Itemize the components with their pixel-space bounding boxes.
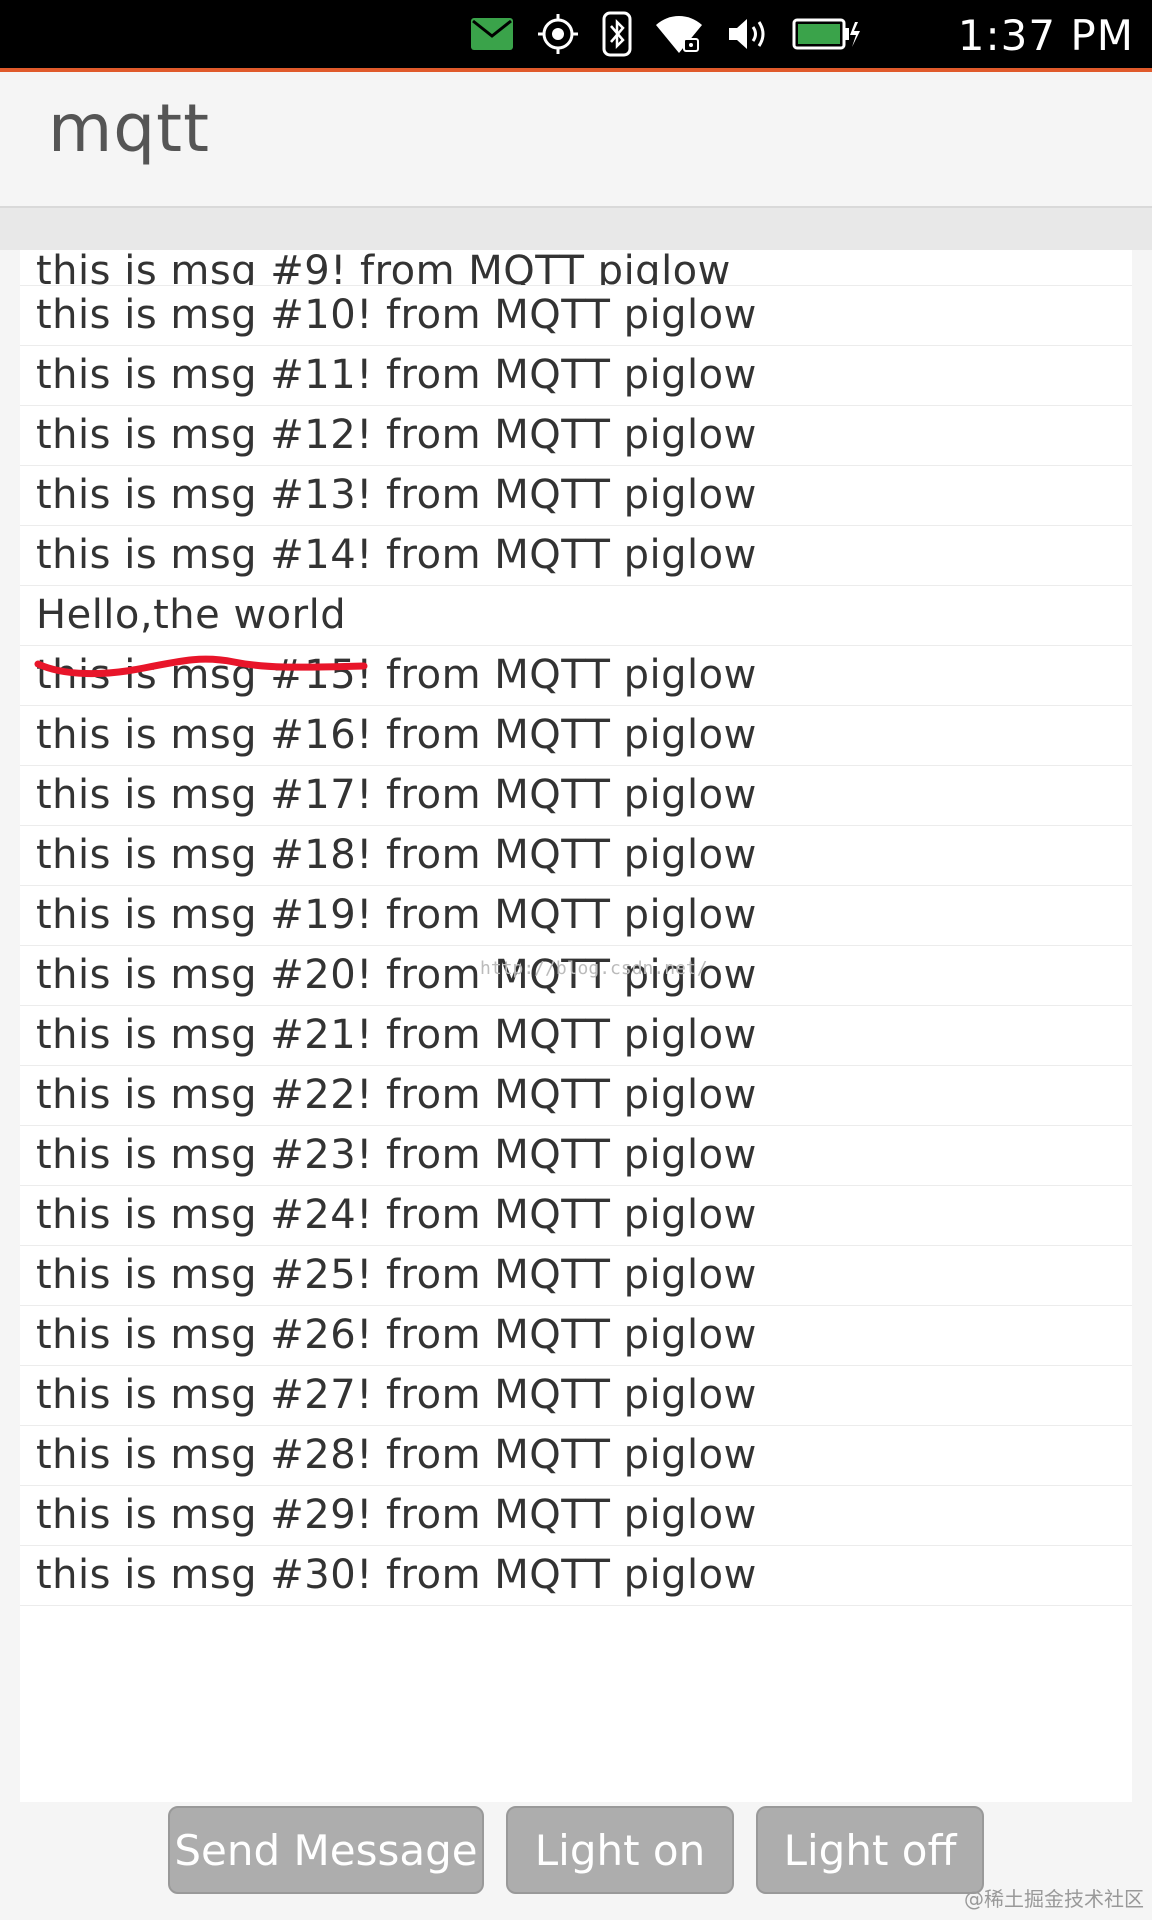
list-item[interactable]: this is msg #17! from MQTT piglow: [20, 766, 1132, 826]
list-item[interactable]: this is msg #30! from MQTT piglow: [20, 1546, 1132, 1606]
light-on-button[interactable]: Light on: [506, 1806, 734, 1894]
message-text: this is msg #9! from MQTT piglow: [36, 250, 731, 286]
page-title: mqtt: [48, 90, 210, 167]
list-item[interactable]: this is msg #19! from MQTT piglow: [20, 886, 1132, 946]
envelope-icon[interactable]: [470, 17, 514, 51]
message-text: this is msg #14! from MQTT piglow: [36, 532, 757, 578]
message-text: this is msg #16! from MQTT piglow: [36, 712, 757, 758]
message-text: this is msg #10! from MQTT piglow: [36, 292, 757, 338]
message-text: this is msg #23! from MQTT piglow: [36, 1132, 757, 1178]
list-item[interactable]: this is msg #9! from MQTT piglow: [20, 250, 1132, 286]
list-item[interactable]: this is msg #26! from MQTT piglow: [20, 1306, 1132, 1366]
list-item[interactable]: this is msg #22! from MQTT piglow: [20, 1066, 1132, 1126]
message-text: this is msg #18! from MQTT piglow: [36, 832, 757, 878]
footer-watermark: @稀土掘金技术社区: [964, 1887, 1144, 1911]
message-text: this is msg #25! from MQTT piglow: [36, 1252, 757, 1298]
message-text: this is msg #29! from MQTT piglow: [36, 1492, 757, 1538]
volume-icon[interactable]: [726, 14, 770, 54]
message-text: this is msg #24! from MQTT piglow: [36, 1192, 757, 1238]
list-item[interactable]: this is msg #12! from MQTT piglow: [20, 406, 1132, 466]
list-item[interactable]: this is msg #23! from MQTT piglow: [20, 1126, 1132, 1186]
send-message-button[interactable]: Send Message: [168, 1806, 484, 1894]
list-item[interactable]: this is msg #28! from MQTT piglow: [20, 1426, 1132, 1486]
location-icon[interactable]: [536, 12, 580, 56]
battery-charging-icon[interactable]: [792, 16, 862, 52]
app-header: mqtt: [0, 72, 1152, 208]
list-item[interactable]: this is msg #25! from MQTT piglow: [20, 1246, 1132, 1306]
message-text: this is msg #12! from MQTT piglow: [36, 412, 757, 458]
message-text: this is msg #17! from MQTT piglow: [36, 772, 757, 818]
message-text: this is msg #21! from MQTT piglow: [36, 1012, 757, 1058]
list-item[interactable]: this is msg #24! from MQTT piglow: [20, 1186, 1132, 1246]
clock: 1:37 PM: [957, 11, 1134, 60]
light-off-button[interactable]: Light off: [756, 1806, 984, 1894]
wifi-icon[interactable]: [654, 13, 704, 55]
header-divider-band: [0, 208, 1152, 250]
message-text: this is msg #22! from MQTT piglow: [36, 1072, 757, 1118]
message-text: Hello,the world: [36, 592, 347, 638]
list-item[interactable]: this is msg #16! from MQTT piglow: [20, 706, 1132, 766]
list-item[interactable]: this is msg #15! from MQTT piglow: [20, 646, 1132, 706]
list-item[interactable]: this is msg #21! from MQTT piglow: [20, 1006, 1132, 1066]
message-text: this is msg #30! from MQTT piglow: [36, 1552, 757, 1598]
list-item[interactable]: this is msg #29! from MQTT piglow: [20, 1486, 1132, 1546]
watermark-text: http://blog.csdn.net/: [480, 958, 708, 979]
message-text: this is msg #27! from MQTT piglow: [36, 1372, 757, 1418]
bluetooth-icon[interactable]: [602, 11, 632, 57]
list-item[interactable]: this is msg #27! from MQTT piglow: [20, 1366, 1132, 1426]
status-icons: [470, 0, 862, 68]
message-text: this is msg #15! from MQTT piglow: [36, 652, 757, 698]
message-text: this is msg #26! from MQTT piglow: [36, 1312, 757, 1358]
list-item[interactable]: this is msg #11! from MQTT piglow: [20, 346, 1132, 406]
message-text: this is msg #11! from MQTT piglow: [36, 352, 757, 398]
list-item[interactable]: this is msg #13! from MQTT piglow: [20, 466, 1132, 526]
list-item[interactable]: Hello,the world: [20, 586, 1132, 646]
status-bar: 1:37 PM: [0, 0, 1152, 68]
message-text: this is msg #13! from MQTT piglow: [36, 472, 757, 518]
list-item[interactable]: this is msg #14! from MQTT piglow: [20, 526, 1132, 586]
message-list[interactable]: this is msg #9! from MQTT piglow this is …: [20, 250, 1132, 1606]
message-list-panel[interactable]: this is msg #9! from MQTT piglow this is …: [20, 250, 1132, 1802]
list-item[interactable]: this is msg #18! from MQTT piglow: [20, 826, 1132, 886]
list-item[interactable]: this is msg #10! from MQTT piglow: [20, 286, 1132, 346]
message-text: this is msg #28! from MQTT piglow: [36, 1432, 757, 1478]
message-text: this is msg #19! from MQTT piglow: [36, 892, 757, 938]
